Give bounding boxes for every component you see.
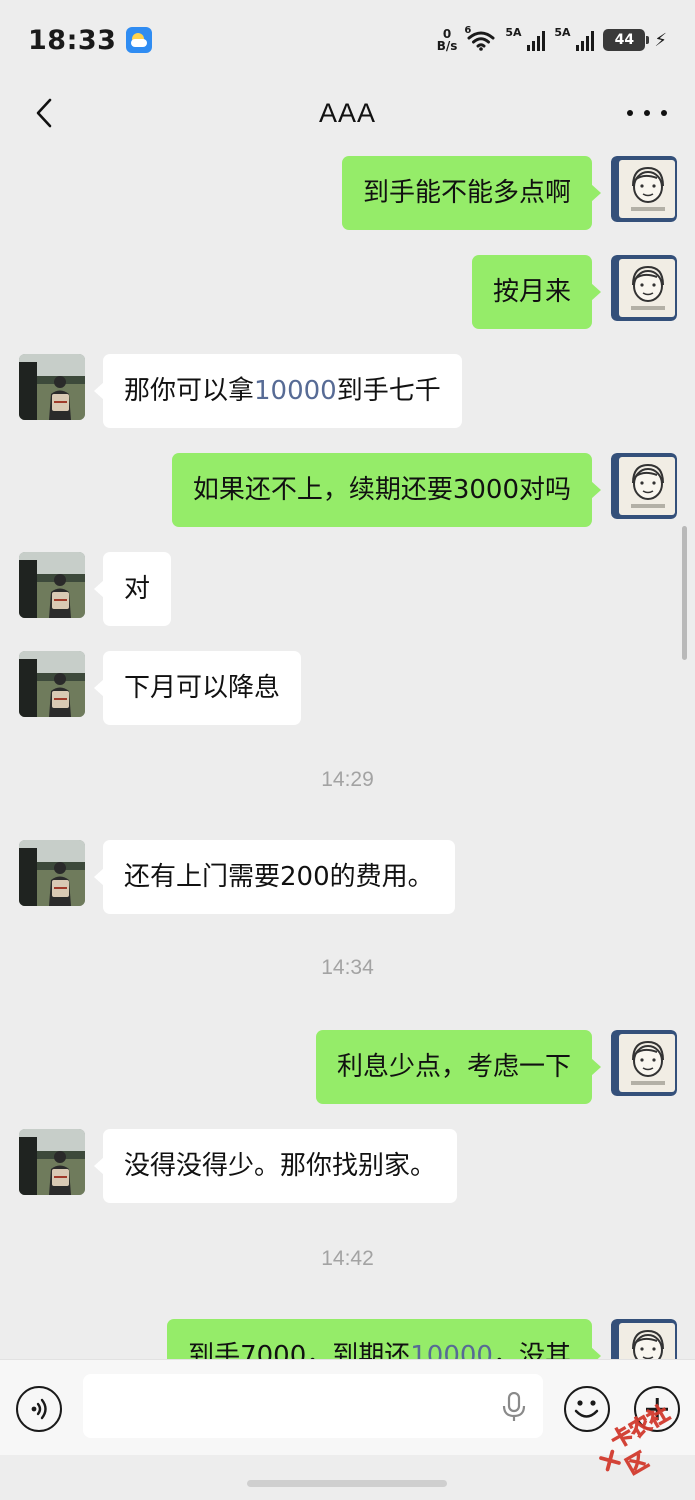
chat-header: AAA bbox=[0, 80, 695, 146]
message-text: 没得没得少。那你找别家。 bbox=[124, 1151, 437, 1181]
message-text: 到手能不能多点啊 bbox=[362, 178, 571, 208]
battery-icon: 44 bbox=[603, 29, 650, 51]
message-input[interactable] bbox=[83, 1374, 543, 1438]
wifi-label: 6 bbox=[464, 25, 472, 36]
network-speed: 0 B/s bbox=[437, 28, 458, 52]
message-text: 还有上门需要200的费用。 bbox=[124, 862, 434, 892]
message-text: 那你可以拿 bbox=[124, 376, 255, 406]
signal-icon-1: 5A bbox=[505, 26, 546, 51]
highlighted-number[interactable]: 10000 bbox=[410, 1341, 493, 1359]
my-avatar[interactable] bbox=[611, 156, 677, 222]
weather-icon bbox=[126, 27, 153, 53]
more-options-button[interactable] bbox=[627, 98, 667, 128]
message-bubble[interactable]: 到手7000，到期还10000，没其 bbox=[167, 1319, 601, 1359]
charging-icon: ⚡ bbox=[654, 29, 667, 51]
microphone-icon[interactable] bbox=[501, 1392, 527, 1422]
message-bubble[interactable]: 利息少点，考虑一下 bbox=[315, 1030, 602, 1104]
my-avatar[interactable] bbox=[611, 1030, 677, 1096]
wifi-icon: 6 bbox=[464, 25, 496, 51]
contact-avatar[interactable] bbox=[19, 552, 85, 618]
message-timestamp: 14:42 bbox=[321, 1247, 374, 1270]
chevron-left-icon bbox=[36, 98, 52, 128]
contact-avatar[interactable] bbox=[19, 1129, 85, 1195]
message-bubble[interactable]: 如果还不上，续期还要3000对吗 bbox=[171, 453, 602, 527]
more-dot-icon bbox=[661, 110, 667, 116]
more-dot-icon bbox=[644, 110, 650, 116]
contact-avatar[interactable] bbox=[19, 840, 85, 906]
scrollbar[interactable] bbox=[682, 526, 687, 660]
message-text: ，没其 bbox=[492, 1341, 571, 1359]
chat-title: AAA bbox=[318, 97, 377, 128]
status-icons: 0 B/s 6 5A 5A 44 ⚡ bbox=[437, 25, 667, 52]
contact-avatar[interactable] bbox=[19, 354, 85, 420]
message-text: 如果还不上，续期还要3000对吗 bbox=[192, 475, 571, 505]
message-text: 到手七千 bbox=[336, 376, 441, 406]
signal-icon-2: 5A bbox=[554, 26, 595, 51]
signal-label-1: 5A bbox=[505, 26, 522, 39]
network-speed-unit: B/s bbox=[436, 39, 458, 53]
message-bubble[interactable]: 按月来 bbox=[471, 255, 602, 329]
message-bubble[interactable]: 到手能不能多点啊 bbox=[341, 156, 602, 230]
more-dot-icon bbox=[627, 110, 633, 116]
message-bubble[interactable]: 没得没得少。那你找别家。 bbox=[93, 1129, 458, 1203]
message-bubble[interactable]: 下月可以降息 bbox=[93, 651, 302, 725]
my-avatar[interactable] bbox=[611, 453, 677, 519]
voice-input-button[interactable] bbox=[16, 1386, 62, 1432]
my-avatar[interactable] bbox=[611, 255, 677, 321]
signal-label-2: 5A bbox=[554, 26, 571, 39]
message-list[interactable]: 到手能不能多点啊 按月来 那你可以拿10000到手七千 如果还不上，续期还要3000对… bbox=[0, 146, 695, 1359]
smiley-icon bbox=[574, 1400, 599, 1418]
status-bar: 18:33 0 B/s 6 5A 5A 44 ⚡ bbox=[0, 0, 695, 80]
my-avatar[interactable] bbox=[611, 1319, 677, 1359]
message-text: 下月可以降息 bbox=[124, 673, 281, 703]
message-text: 对 bbox=[124, 574, 151, 604]
back-button[interactable] bbox=[26, 94, 62, 132]
message-bubble[interactable]: 对 bbox=[93, 552, 172, 626]
message-timestamp: 14:29 bbox=[321, 768, 374, 791]
message-bubble[interactable]: 那你可以拿10000到手七千 bbox=[94, 354, 462, 428]
status-time: 18:33 bbox=[28, 24, 117, 56]
highlighted-number[interactable]: 10000 bbox=[254, 376, 337, 406]
message-bubble[interactable]: 还有上门需要200的费用。 bbox=[94, 840, 455, 914]
contact-avatar[interactable] bbox=[19, 651, 85, 717]
message-text: 按月来 bbox=[492, 277, 571, 307]
emoji-button[interactable] bbox=[564, 1386, 610, 1432]
home-indicator[interactable] bbox=[247, 1480, 447, 1487]
battery-level: 44 bbox=[614, 32, 635, 48]
voice-wave-icon bbox=[31, 1398, 47, 1420]
message-text: 到手7000，到期还 bbox=[188, 1341, 411, 1359]
message-timestamp: 14:34 bbox=[321, 956, 374, 979]
message-text: 利息少点，考虑一下 bbox=[336, 1052, 571, 1082]
